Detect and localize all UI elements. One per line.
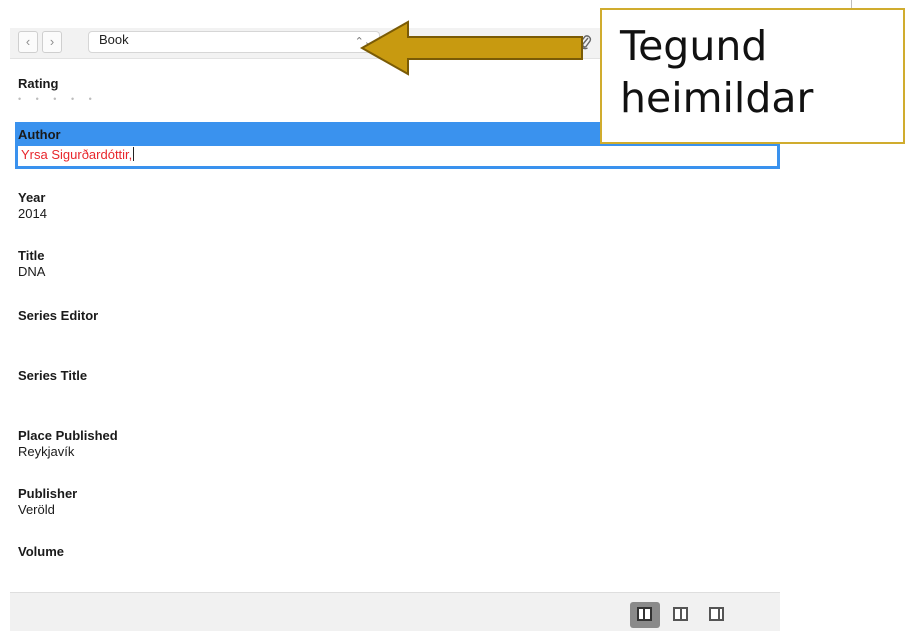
series-title-field[interactable]: Series Title <box>18 368 87 384</box>
text-caret <box>133 147 135 161</box>
place-published-value: Reykjavík <box>18 444 75 459</box>
year-value: 2014 <box>18 206 47 221</box>
layout-bar <box>10 592 780 631</box>
year-field[interactable]: Year 2014 <box>18 190 47 222</box>
place-published-field[interactable]: Place Published Reykjavík <box>18 428 118 460</box>
volume-label: Volume <box>18 544 64 559</box>
layout-split-button[interactable] <box>666 602 696 628</box>
rating-label: Rating <box>18 76 59 91</box>
publisher-label: Publisher <box>18 486 78 501</box>
series-title-label: Series Title <box>18 368 88 383</box>
chevron-right-icon: › <box>49 34 55 49</box>
callout-line-2: heimildar <box>620 74 814 122</box>
publisher-value: Veröld <box>18 502 55 517</box>
layout-split-icon <box>673 607 688 621</box>
layout-left-icon <box>637 607 652 621</box>
callout-line-1: Tegund <box>620 22 768 70</box>
forward-button[interactable]: › <box>42 31 62 53</box>
author-value: Yrsa Sigurðardóttir, <box>21 147 133 162</box>
series-editor-label: Series Editor <box>18 308 99 323</box>
left-arrow-icon <box>359 20 583 76</box>
layout-right-pane-button[interactable] <box>702 602 732 628</box>
author-input[interactable]: Yrsa Sigurðardóttir, <box>15 146 780 169</box>
place-published-label: Place Published <box>18 428 118 443</box>
layout-right-icon <box>709 607 724 621</box>
author-label: Author <box>18 127 61 142</box>
series-editor-field[interactable]: Series Editor <box>18 308 98 324</box>
rating-stars[interactable]: • • • • • <box>18 94 98 104</box>
year-label: Year <box>18 190 46 205</box>
title-field[interactable]: Title DNA <box>18 248 45 280</box>
reference-type-value: Book <box>99 32 129 47</box>
title-label: Title <box>18 248 45 263</box>
publisher-field[interactable]: Publisher Veröld <box>18 486 77 518</box>
rating-field: Rating • • • • • <box>18 76 98 104</box>
annotation-callout: Tegund heimildar <box>600 8 905 144</box>
reference-type-select[interactable]: Book ⌃⌄ <box>88 31 380 53</box>
chevron-left-icon: ‹ <box>25 34 31 49</box>
title-value: DNA <box>18 264 46 279</box>
back-button[interactable]: ‹ <box>18 31 38 53</box>
layout-left-pane-button[interactable] <box>630 602 660 628</box>
volume-field[interactable]: Volume <box>18 544 64 560</box>
